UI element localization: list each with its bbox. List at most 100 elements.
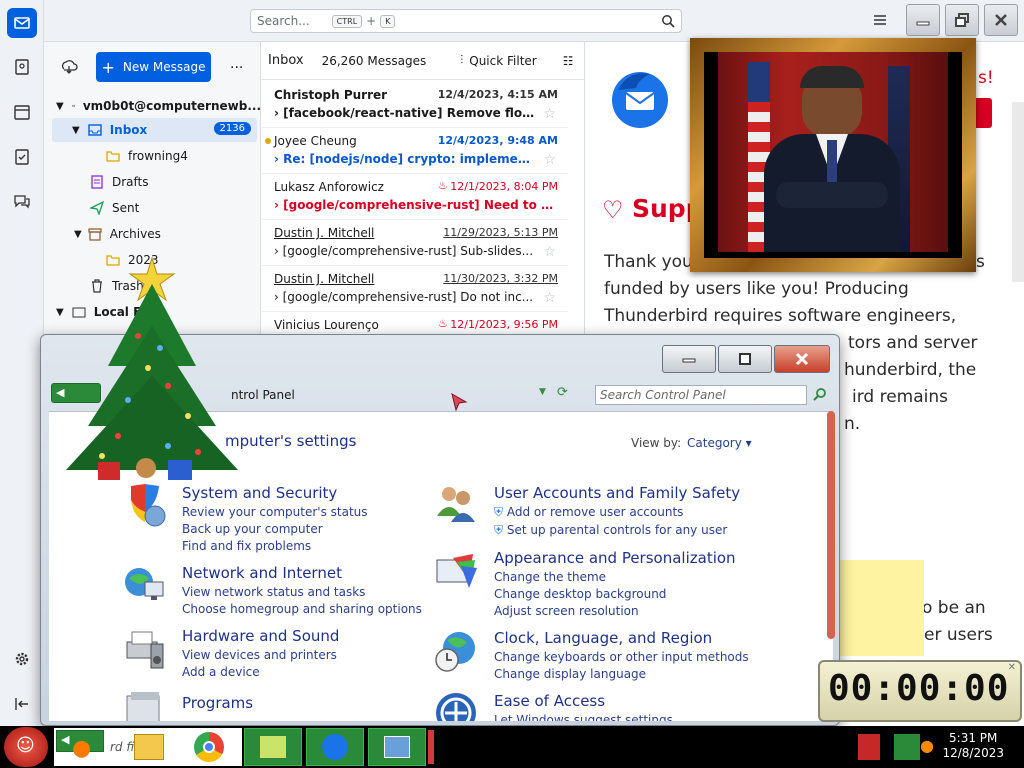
message-sender: Lukasz Anforowicz — [274, 180, 384, 194]
cp-search-input[interactable]: Search Control Panel — [595, 385, 807, 405]
cp-scrollbar[interactable] — [827, 411, 835, 639]
tasks-button[interactable] — [7, 142, 37, 172]
taskbar-control-panel[interactable] — [368, 728, 426, 766]
reader-line: hunderbird, the — [844, 360, 977, 380]
category-title-link[interactable]: Clock, Language, and Region — [494, 629, 749, 647]
category-link[interactable]: Let Windows suggest settings — [494, 713, 673, 721]
star-icon[interactable]: ☆ — [543, 290, 556, 306]
address-dropdown-icon[interactable]: ▼ — [539, 387, 546, 397]
minimize-icon — [916, 21, 930, 26]
message-row[interactable]: Joyee Cheung 12/4/2023, 9:48 AM › Re: [n… — [262, 128, 568, 174]
message-row[interactable]: Lukasz Anforowicz ♨ 12/1/2023, 8:04 PM ›… — [262, 174, 568, 220]
category-title-link[interactable]: User Accounts and Family Safety — [494, 484, 740, 502]
message-date: 11/30/2023, 3:32 PM — [443, 272, 558, 285]
shortcut-key-ctrl: CTRL — [331, 14, 363, 28]
thunderbird-logo-icon — [612, 72, 668, 128]
category-link[interactable]: Find and fix problems — [182, 539, 368, 553]
message-row[interactable]: Dustin J. Mitchell 11/29/2023, 5:13 PM ›… — [262, 220, 568, 266]
cp-close-button[interactable] — [774, 345, 830, 373]
message-sender: Vinicius Lourenço — [274, 318, 379, 332]
folder-drafts[interactable]: Drafts — [44, 170, 261, 194]
category-link[interactable]: Choose homegroup and sharing options — [182, 602, 422, 616]
clock-date: 12/8/2023 — [942, 746, 1004, 760]
start-button[interactable]: ☺ — [4, 727, 48, 767]
category-link[interactable]: View network status and tasks — [182, 585, 422, 599]
chrome-icon[interactable] — [194, 732, 224, 762]
list-options-icon[interactable]: ☷ — [563, 54, 574, 68]
category-link[interactable]: ⛨ Add or remove user accounts — [494, 505, 740, 520]
widget-close-icon[interactable]: ✕ — [1008, 662, 1016, 673]
category-programs: Programs — [182, 694, 253, 712]
category-link[interactable]: Back up your computer — [182, 522, 368, 536]
restore-icon — [955, 13, 969, 27]
tray-notification-icon[interactable] — [858, 734, 880, 760]
control-panel-icon — [384, 736, 410, 758]
star-icon[interactable]: ☆ — [543, 244, 556, 260]
folder-frowning4[interactable]: frowning4 — [44, 144, 261, 168]
collapse-spaces-button[interactable] — [7, 689, 37, 719]
cp-address-bar[interactable]: ntrol Panel ▼ ⟳ — [231, 383, 591, 407]
category-title-link[interactable]: Appearance and Personalization — [494, 549, 736, 567]
category-title-link[interactable]: Ease of Access — [494, 692, 673, 710]
get-messages-icon[interactable] — [60, 58, 78, 76]
reader-line: funded by users like you! Producing — [604, 279, 909, 299]
category-link[interactable]: ⛨ Set up parental controls for any user — [494, 523, 740, 538]
reader-line: Thank you — [604, 252, 693, 272]
category-link[interactable]: View devices and printers — [182, 648, 339, 662]
message-row[interactable]: Christoph Purrer 12/4/2023, 4:15 AM › [f… — [262, 82, 568, 128]
category-link[interactable]: Adjust screen resolution — [494, 604, 736, 618]
folder-sent[interactable]: Sent — [44, 196, 261, 220]
category-link[interactable]: Review your computer's status — [182, 505, 368, 519]
category-link[interactable]: Add a device — [182, 665, 339, 679]
quick-filter-icon: ⫶ — [460, 53, 464, 67]
star-icon[interactable]: ☆ — [543, 106, 556, 122]
message-sender: Dustin J. Mitchell — [274, 226, 375, 240]
folder-inbox[interactable]: ▼ Inbox 2136 — [52, 118, 257, 142]
cp-maximize-button[interactable] — [718, 345, 772, 373]
address-book-button[interactable] — [7, 52, 37, 82]
search-placeholder: Search... — [257, 14, 310, 28]
tray-firefox-icon[interactable]: ● — [920, 736, 934, 755]
stopwatch-widget[interactable]: 00:00:00 ✕ — [818, 660, 1022, 722]
quick-filter-button[interactable]: Quick Filter — [469, 54, 536, 68]
category-title-link[interactable]: Hardware and Sound — [182, 627, 339, 645]
sticky-notes-icon — [260, 736, 286, 758]
mail-space-button[interactable] — [7, 8, 37, 38]
refresh-icon[interactable]: ⟳ — [557, 385, 568, 400]
reader-scrollbar[interactable] — [1012, 102, 1024, 282]
firefox-icon[interactable]: ● — [72, 736, 91, 761]
message-subject: › [google/comprehensive-rust] Sub-slides… — [274, 244, 534, 258]
minimize-button[interactable] — [906, 4, 940, 36]
account-row[interactable]: ▼ vm0b0t@computernewb... — [44, 94, 261, 118]
personalization-icon — [436, 554, 477, 588]
view-by-dropdown[interactable]: Category ▾ — [687, 436, 752, 450]
category-title-link[interactable]: Network and Internet — [182, 564, 422, 582]
category-link[interactable]: Change display language — [494, 667, 749, 681]
new-message-button[interactable]: + New Message — [96, 52, 211, 82]
message-sender: Christoph Purrer — [274, 88, 388, 102]
restore-button[interactable] — [945, 4, 979, 36]
message-subject: › [google/comprehensive-rust] Do not inc… — [274, 290, 534, 304]
category-link[interactable]: Change the theme — [494, 570, 736, 584]
folder-archives[interactable]: ▼ Archives — [44, 222, 261, 246]
folder-pane-more-button[interactable]: ... — [230, 56, 243, 72]
category-link[interactable]: Change keyboards or other input methods — [494, 650, 749, 664]
global-search-input[interactable]: Search... CTRL + K — [250, 9, 682, 33]
file-explorer-icon[interactable] — [134, 734, 164, 760]
star-icon[interactable]: ☆ — [543, 152, 556, 168]
taskbar-sticky-notes[interactable] — [244, 728, 302, 766]
category-title-link[interactable]: Programs — [182, 694, 253, 712]
calendar-button[interactable] — [7, 97, 37, 127]
close-button[interactable] — [984, 4, 1018, 36]
search-icon[interactable] — [813, 387, 827, 401]
category-link[interactable]: Change desktop background — [494, 587, 736, 601]
cp-minimize-button[interactable] — [662, 345, 716, 373]
app-menu-icon[interactable] — [872, 13, 888, 27]
chat-button[interactable] — [7, 186, 37, 216]
flame-icon: ♨ — [438, 179, 448, 192]
taskbar-thunderbird[interactable] — [306, 728, 364, 766]
message-row[interactable]: Dustin J. Mitchell 11/30/2023, 3:32 PM ›… — [262, 266, 568, 312]
system-clock[interactable]: 5:31 PM 12/8/2023 — [942, 731, 1004, 761]
tray-network-icon[interactable] — [894, 734, 920, 760]
settings-button[interactable] — [7, 644, 37, 674]
